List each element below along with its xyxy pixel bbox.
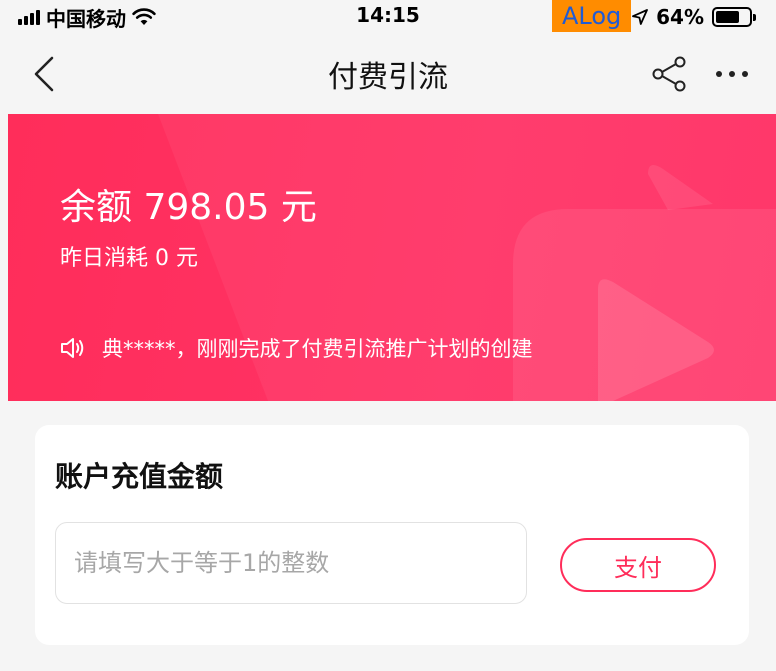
- balance-banner: 余额 798.05 元 昨日消耗 0 元 典*****，刚刚完成了付费引流推广计…: [8, 114, 776, 401]
- balance-amount: 余额 798.05 元: [60, 187, 317, 228]
- navigation-bar: 付费引流: [0, 34, 776, 114]
- more-options-icon[interactable]: [716, 64, 756, 84]
- yesterday-cost: 昨日消耗 0 元: [60, 246, 198, 271]
- announcement-text: 典*****，刚刚完成了付费引流推广计划的创建: [102, 337, 533, 361]
- speaker-icon: [61, 338, 84, 358]
- status-bar: 中国移动 14:15 ALog 64%: [0, 0, 776, 34]
- share-icon[interactable]: [650, 54, 690, 94]
- pay-button[interactable]: 支付: [560, 538, 716, 592]
- battery-percent: 64%: [656, 5, 704, 29]
- recharge-title: 账户充值金额: [55, 460, 224, 493]
- battery-icon: [712, 7, 756, 27]
- announcement-bar: 典*****，刚刚完成了付费引流推广计划的创建: [60, 333, 533, 363]
- alog-debug-tag[interactable]: ALog: [552, 0, 632, 32]
- recharge-card: 账户充值金额 支付: [35, 425, 749, 645]
- status-right: 64%: [632, 4, 756, 30]
- app-screen: 中国移动 14:15 ALog 64% 付费引流 余额 798.05 元 昨日消…: [0, 0, 776, 671]
- recharge-amount-input[interactable]: [55, 522, 527, 604]
- location-arrow-icon: [632, 9, 649, 25]
